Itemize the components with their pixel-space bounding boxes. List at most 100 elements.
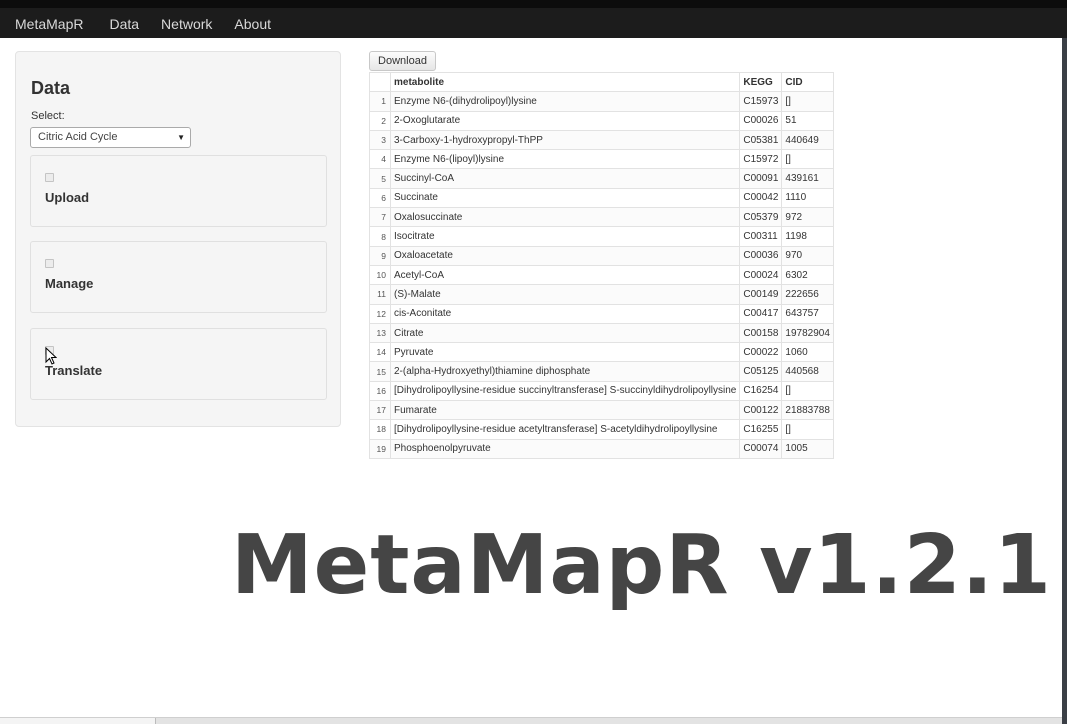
taskbar-tab[interactable] — [0, 718, 156, 724]
metabolite-table: metabolite KEGG CID 1 Enzyme N6-(dihydrol… — [369, 71, 834, 459]
table-row[interactable]: 1 Enzyme N6-(dihydrolipoyl)lysine C15973[] — [369, 91, 834, 112]
kegg-cell: C00122 — [739, 400, 783, 421]
metabolite-cell: (S)-Malate — [389, 284, 741, 305]
cid-cell: 222656 — [781, 284, 834, 305]
table-header-metabolite[interactable]: metabolite — [389, 71, 741, 93]
row-index: 17 — [369, 400, 391, 421]
table-row[interactable]: 18 [Dihydrolipoyllysine-residue acetyltra… — [369, 419, 834, 440]
kegg-cell: C00091 — [739, 168, 783, 189]
row-index: 4 — [369, 149, 391, 170]
table-row[interactable]: 19 Phosphoenolpyruvate C00074 1005 — [369, 438, 834, 459]
metabolite-cell: Citrate — [389, 322, 741, 344]
table-row[interactable]: 2 2-Oxoglutarate C00026 51 — [369, 110, 834, 131]
table-row[interactable]: 5 Succinyl-CoA C00091 439161 — [369, 168, 834, 189]
table-row[interactable]: 17 Fumarate C00122 21883788 — [369, 400, 834, 421]
cid-cell: 1198 — [781, 226, 834, 247]
dataset-select-value: Citric Acid Cycle — [38, 131, 118, 143]
kegg-cell: C00024 — [739, 264, 783, 286]
kegg-cell: C00074 — [739, 438, 783, 459]
kegg-cell: C16254 — [739, 380, 783, 402]
metabolite-cell: Phosphoenolpyruvate — [389, 438, 741, 459]
cid-cell: 643757 — [781, 303, 834, 324]
kegg-cell: C00158 — [739, 322, 783, 344]
row-index: 11 — [369, 284, 391, 305]
cid-cell: 440649 — [781, 129, 834, 151]
kegg-cell: C16255 — [739, 419, 783, 440]
table-row[interactable]: 3 3-Carboxy-1-hydroxypropyl-ThPP C05381 440… — [369, 129, 834, 151]
row-index: 5 — [369, 168, 391, 189]
metabolite-cell: Succinate — [389, 187, 741, 209]
kegg-cell: C00311 — [739, 226, 783, 247]
metabolite-cell: cis-Aconitate — [389, 303, 741, 324]
row-index: 18 — [369, 419, 391, 440]
table-row[interactable]: 15 2-(alpha-Hydroxyethyl)thiamine diphosp… — [369, 361, 834, 382]
row-index: 16 — [369, 380, 391, 402]
table-row[interactable]: 9 Oxaloacetate C00036 970 — [369, 245, 834, 266]
window-right-edge — [1062, 38, 1067, 724]
table-row[interactable]: 11 (S)-Malate C00149 222656 — [369, 284, 834, 305]
table-row[interactable]: 10 Acetyl-CoA C00024 6302 — [369, 264, 834, 286]
metabolite-cell: Oxaloacetate — [389, 245, 741, 266]
cid-cell: 6302 — [781, 264, 834, 286]
table-row[interactable]: 13 Citrate C00158 19782904 — [369, 322, 834, 344]
nav-item-about[interactable]: About — [234, 16, 271, 32]
select-label: Select: — [31, 110, 65, 122]
manage-section: Manage — [30, 241, 327, 313]
manage-checkbox[interactable] — [45, 259, 54, 268]
sidebar-title: Data — [31, 78, 71, 98]
download-button[interactable]: Download — [369, 51, 436, 71]
kegg-cell: C00022 — [739, 342, 783, 363]
row-index: 12 — [369, 303, 391, 324]
row-index: 8 — [369, 226, 391, 247]
cid-cell: 1005 — [781, 438, 834, 459]
kegg-cell: C00026 — [739, 110, 783, 131]
metabolite-cell: [Dihydrolipoyllysine-residue succinyltra… — [389, 380, 741, 402]
table-row[interactable]: 7 Oxalosuccinate C05379 972 — [369, 207, 834, 228]
chevron-down-icon: ▼ — [177, 133, 185, 142]
metabolite-cell: 2-(alpha-Hydroxyethyl)thiamine diphospha… — [389, 361, 741, 382]
row-index: 19 — [369, 438, 391, 459]
cid-cell: 51 — [781, 110, 834, 131]
table-row[interactable]: 16 [Dihydrolipoyllysine-residue succinylt… — [369, 380, 834, 402]
navbar-brand[interactable]: MetaMapR — [15, 16, 83, 32]
row-index: 3 — [369, 129, 391, 151]
row-index: 2 — [369, 110, 391, 131]
cid-cell: 19782904 — [781, 322, 834, 344]
metabolite-cell: Pyruvate — [389, 342, 741, 363]
cid-cell: [] — [781, 91, 834, 112]
cid-cell: 21883788 — [781, 400, 834, 421]
nav-item-data[interactable]: Data — [109, 16, 139, 32]
table-header-index[interactable] — [369, 71, 391, 93]
kegg-cell: C00036 — [739, 245, 783, 266]
manage-label: Manage — [45, 276, 94, 291]
cid-cell: 970 — [781, 245, 834, 266]
metabolite-cell: Isocitrate — [389, 226, 741, 247]
table-header-cid[interactable]: CID — [781, 71, 834, 93]
table-row[interactable]: 12 cis-Aconitate C00417 643757 — [369, 303, 834, 324]
metabolite-cell: Succinyl-CoA — [389, 168, 741, 189]
dataset-select[interactable]: Citric Acid Cycle ▼ — [30, 127, 191, 148]
metabolite-cell: Acetyl-CoA — [389, 264, 741, 286]
table-row[interactable]: 8 Isocitrate C00311 1198 — [369, 226, 834, 247]
cid-cell: 440568 — [781, 361, 834, 382]
kegg-cell: C00042 — [739, 187, 783, 209]
table-row[interactable]: 6 Succinate C00042 1110 — [369, 187, 834, 209]
kegg-cell: C05125 — [739, 361, 783, 382]
nav-item-network[interactable]: Network — [161, 16, 212, 32]
table-row[interactable]: 4 Enzyme N6-(lipoyl)lysine C15972[] — [369, 149, 834, 170]
cid-cell: [] — [781, 419, 834, 440]
table-header-kegg[interactable]: KEGG — [739, 71, 783, 93]
metabolite-cell: Oxalosuccinate — [389, 207, 741, 228]
upload-checkbox[interactable] — [45, 173, 54, 182]
kegg-cell: C00149 — [739, 284, 783, 305]
cid-cell: 972 — [781, 207, 834, 228]
metabolite-cell: [Dihydrolipoyllysine-residue acetyltrans… — [389, 419, 741, 440]
kegg-cell: C15973 — [739, 91, 783, 112]
translate-section: Translate — [30, 328, 327, 400]
metabolite-cell: Enzyme N6-(lipoyl)lysine — [389, 149, 741, 170]
table-row[interactable]: 14 Pyruvate C00022 1060 — [369, 342, 834, 363]
cid-cell: 1060 — [781, 342, 834, 363]
kegg-cell: C05379 — [739, 207, 783, 228]
window-top-edge — [0, 0, 1067, 8]
sidebar-panel: Data Select: Citric Acid Cycle ▼ Upload … — [15, 51, 341, 427]
